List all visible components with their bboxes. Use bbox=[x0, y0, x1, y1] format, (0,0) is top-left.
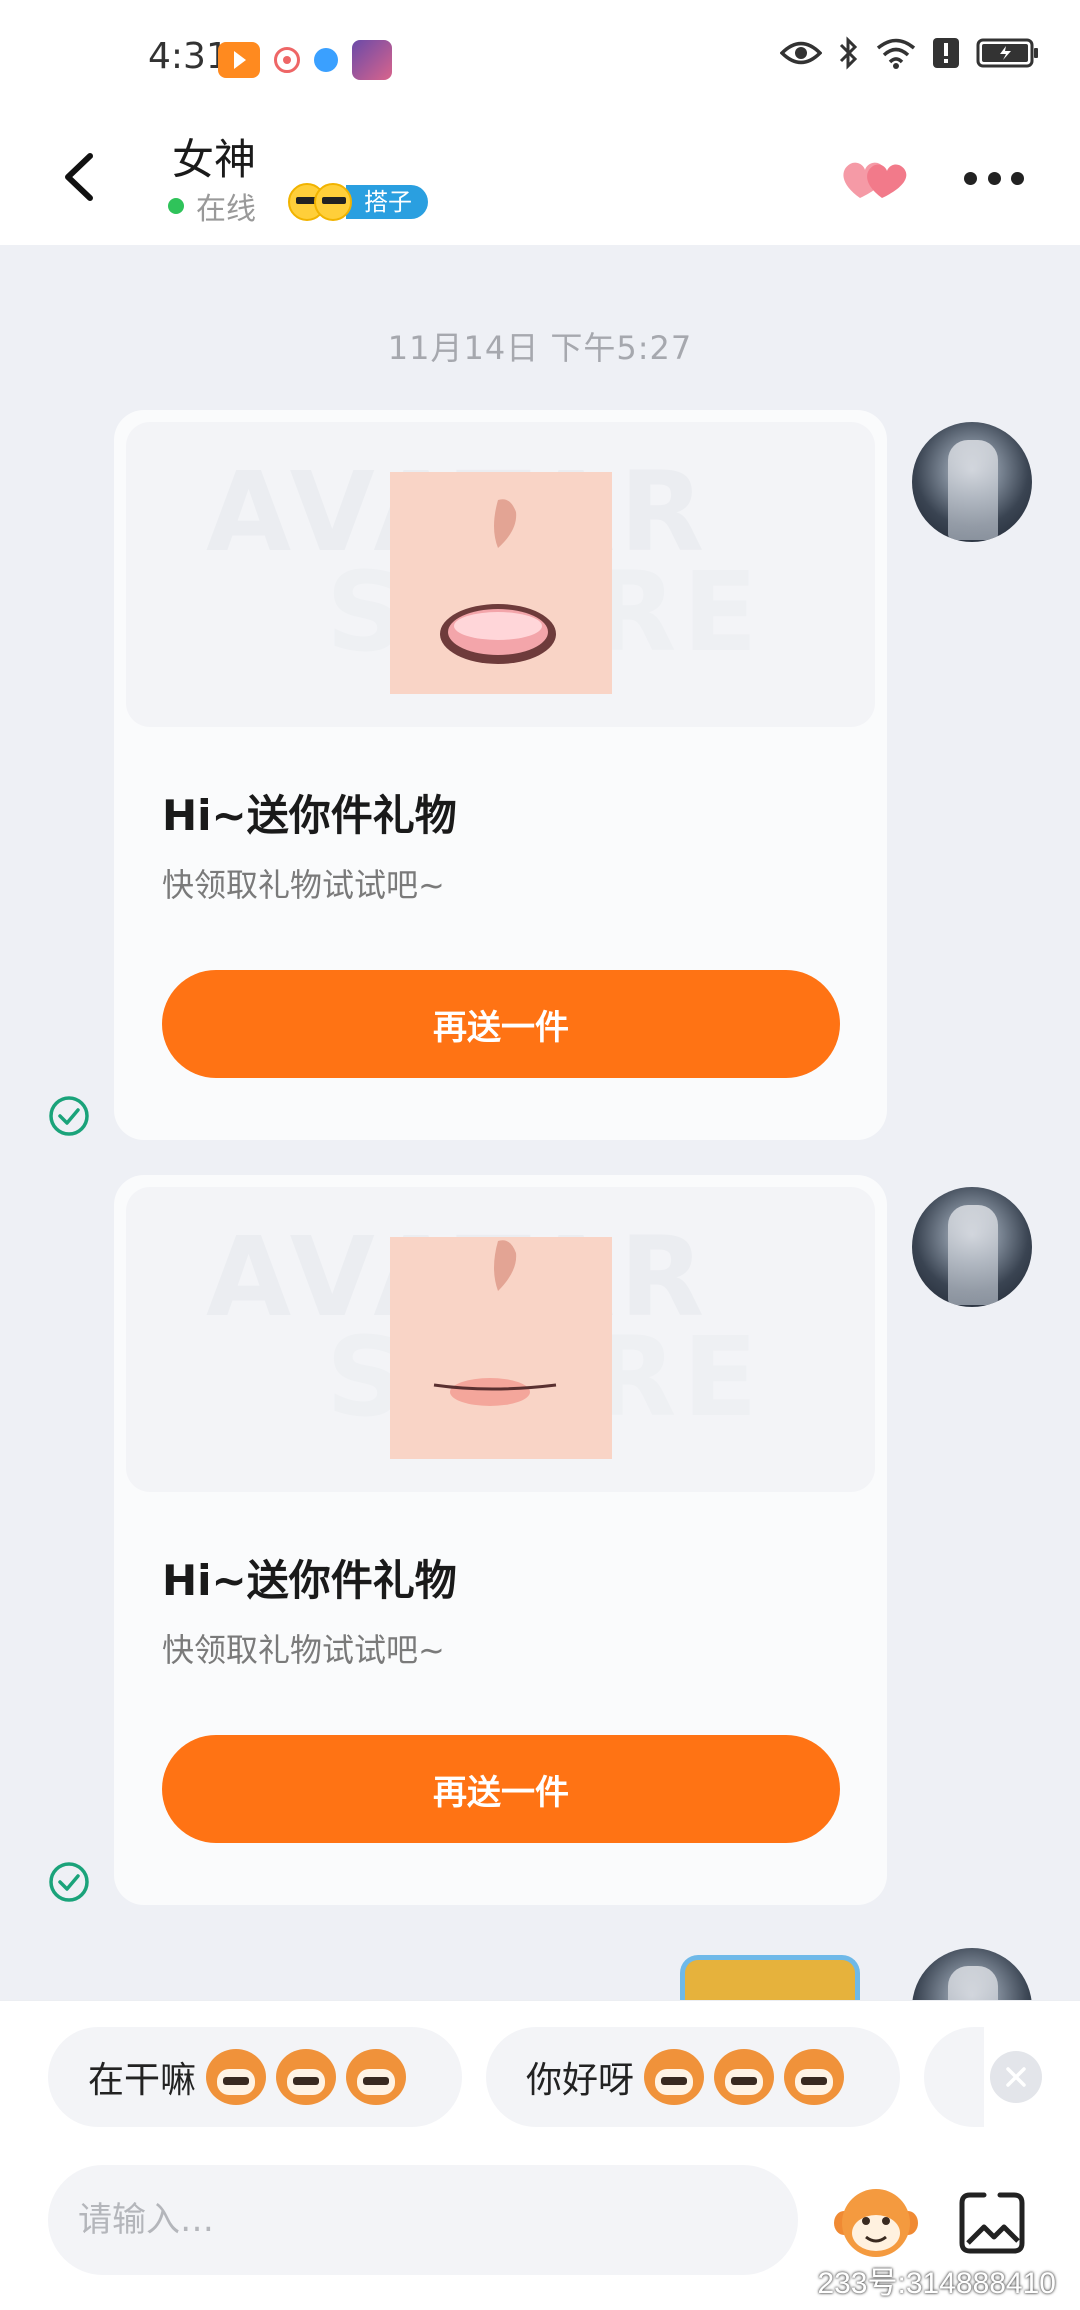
gift-face-image bbox=[390, 472, 612, 694]
bluetooth-icon bbox=[839, 36, 858, 70]
gift-card-subtitle: 快领取礼物试试吧~ bbox=[162, 1631, 445, 1669]
back-button[interactable] bbox=[52, 142, 112, 212]
footer-watermark: 233号:314888410 bbox=[817, 2267, 1056, 2300]
online-dot-icon bbox=[168, 198, 184, 214]
close-quick-replies-button[interactable] bbox=[990, 2051, 1042, 2103]
game-app-icon bbox=[352, 40, 392, 80]
quick-reply-text: 在干嘛 bbox=[88, 2060, 197, 2101]
gift-card-title: Hi~送你件礼物 bbox=[162, 791, 457, 840]
quick-reply-chip[interactable] bbox=[924, 2027, 984, 2127]
more-dot-icon bbox=[964, 171, 977, 185]
avatar[interactable] bbox=[912, 1187, 1032, 1307]
sunglasses-emoji-icon bbox=[288, 183, 352, 221]
close-icon bbox=[1006, 2067, 1026, 2087]
wifi-icon bbox=[876, 38, 916, 69]
avatar[interactable] bbox=[912, 422, 1032, 542]
alert-icon bbox=[933, 38, 959, 68]
message-input[interactable] bbox=[48, 2165, 798, 2275]
input-bar: 在干嘛 你好呀 233号:314888410 bbox=[0, 2000, 1080, 2310]
gift-message-card[interactable]: AVATARSTORE Hi~送你件礼物 快领取礼物试试吧~ 再送一件 bbox=[114, 410, 887, 1140]
contact-name[interactable]: 女神 bbox=[172, 126, 256, 187]
chat-messages[interactable]: 11月14日 下午5:27 AVATARSTORE Hi~送你件礼物 快领取礼物… bbox=[0, 245, 1080, 2000]
intimacy-hearts-button[interactable] bbox=[838, 148, 914, 208]
record-icon bbox=[274, 47, 300, 73]
send-again-button[interactable]: 再送一件 bbox=[162, 1735, 840, 1843]
emoji-button[interactable] bbox=[832, 2179, 920, 2267]
tag-label: 搭子 bbox=[346, 185, 428, 219]
read-check-icon bbox=[49, 1862, 89, 1902]
double-heart-icon bbox=[843, 162, 907, 198]
gift-preview[interactable]: AVATARSTORE bbox=[126, 1187, 875, 1492]
sticker-message[interactable] bbox=[680, 1955, 860, 2000]
chat-header: 女神 在线 搭子 bbox=[0, 120, 1080, 245]
image-icon bbox=[959, 2192, 1025, 2254]
status-notification-icons bbox=[218, 40, 392, 80]
more-dot-icon bbox=[987, 171, 1001, 185]
presence-status: 在线 bbox=[168, 184, 256, 228]
relationship-tag[interactable]: 搭子 bbox=[288, 182, 428, 222]
monkey-sticker-icon bbox=[834, 2189, 918, 2257]
presence-text: 在线 bbox=[196, 192, 256, 227]
chevron-left-icon bbox=[65, 153, 93, 201]
monkey-emoji-icon bbox=[644, 2049, 845, 2105]
send-again-button[interactable]: 再送一件 bbox=[162, 970, 840, 1078]
avatar[interactable] bbox=[912, 1948, 1032, 2000]
status-system-icons bbox=[780, 36, 1040, 70]
read-check-icon bbox=[49, 1096, 89, 1136]
gift-preview[interactable]: AVATARSTORE bbox=[126, 422, 875, 727]
quick-reply-text: 你好呀 bbox=[526, 2060, 635, 2101]
gift-card-subtitle: 快领取礼物试试吧~ bbox=[162, 866, 445, 904]
quick-reply-chip[interactable]: 你好呀 bbox=[486, 2027, 900, 2127]
message-timestamp: 11月14日 下午5:27 bbox=[387, 329, 693, 367]
gift-face-image bbox=[390, 1237, 612, 1459]
more-dot-icon bbox=[1011, 171, 1024, 185]
status-time: 4:31 bbox=[148, 36, 229, 77]
quick-reply-chip[interactable]: 在干嘛 bbox=[48, 2027, 462, 2127]
status-bar: 4:31 bbox=[0, 0, 1080, 120]
image-picker-button[interactable] bbox=[956, 2187, 1028, 2259]
battery-icon bbox=[976, 38, 1038, 68]
monkey-emoji-icon bbox=[206, 2049, 407, 2105]
more-options-button[interactable] bbox=[964, 168, 1024, 188]
game-icon bbox=[314, 48, 338, 72]
gift-message-card[interactable]: AVATARSTORE Hi~送你件礼物 快领取礼物试试吧~ 再送一件 bbox=[114, 1175, 887, 1905]
gift-card-title: Hi~送你件礼物 bbox=[162, 1556, 457, 1605]
video-app-icon bbox=[218, 42, 260, 78]
eye-icon bbox=[780, 41, 822, 65]
